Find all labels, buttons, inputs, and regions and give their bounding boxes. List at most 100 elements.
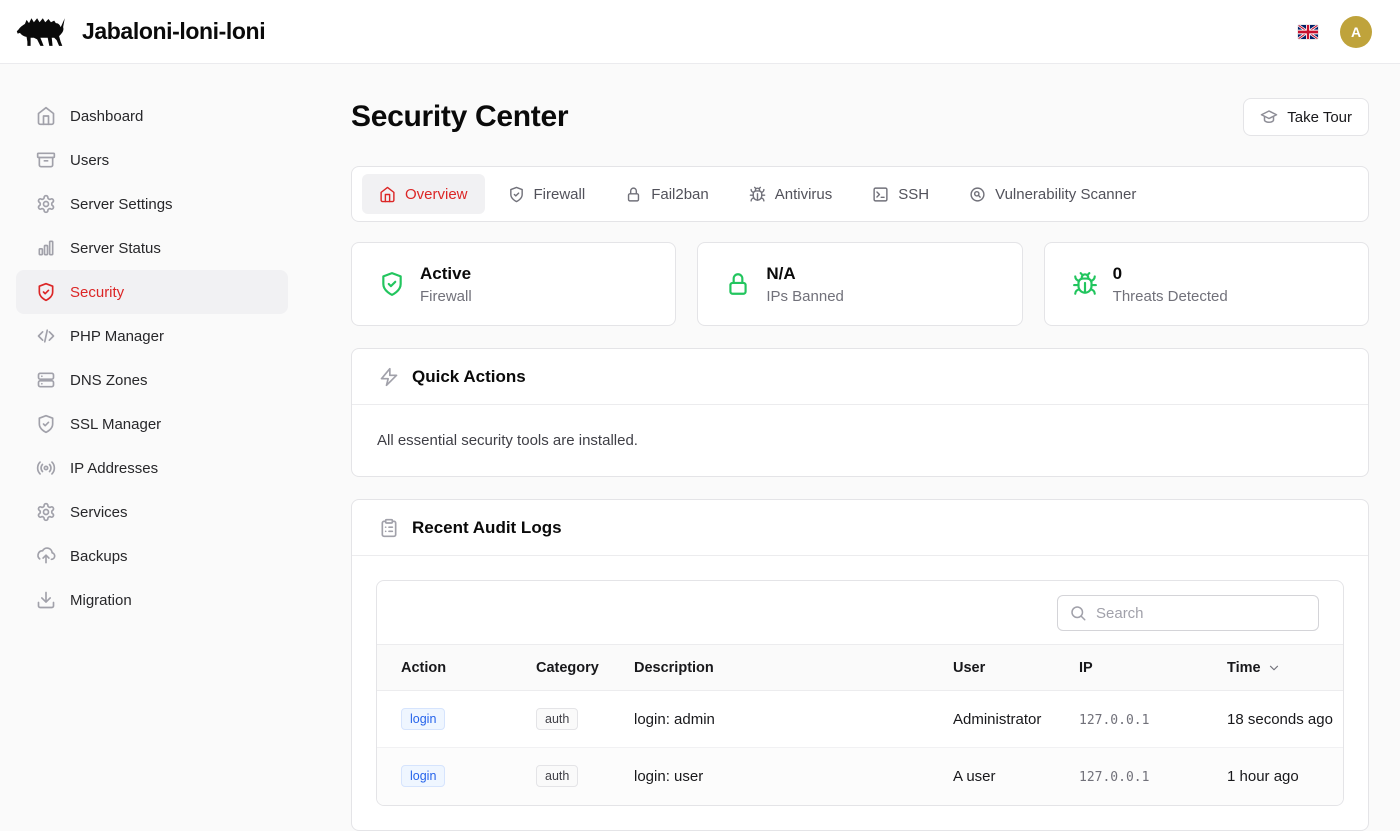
sidebar-item-migration[interactable]: Migration (16, 578, 288, 622)
tab-label: Firewall (534, 186, 586, 203)
tab-label: Overview (405, 186, 468, 203)
sidebar-item-dashboard[interactable]: Dashboard (16, 94, 288, 138)
sidebar-item-users[interactable]: Users (16, 138, 288, 182)
page-title: Security Center (351, 100, 568, 134)
tab-label: Fail2ban (651, 186, 709, 203)
column-header-user[interactable]: User (929, 645, 1055, 691)
audit-log-row: loginauthlogin: adminAdministrator127.0.… (377, 691, 1344, 748)
column-header-action[interactable]: Action (377, 645, 512, 691)
take-tour-button[interactable]: Take Tour (1243, 98, 1369, 136)
log-time: 1 hour ago (1203, 748, 1344, 805)
sidebar-item-server-settings[interactable]: Server Settings (16, 182, 288, 226)
brand: Jabaloni-loni-loni (16, 12, 265, 52)
sidebar-item-ip-addresses[interactable]: IP Addresses (16, 446, 288, 490)
status-label: Firewall (420, 288, 472, 305)
sidebar-item-label: Security (70, 284, 124, 301)
audit-table-card: Action Category Description User IP Time logi… (376, 580, 1344, 806)
column-header-description[interactable]: Description (610, 645, 929, 691)
sidebar-item-label: DNS Zones (70, 372, 148, 389)
log-user: A user (929, 748, 1055, 805)
log-description: login: user (610, 748, 929, 805)
tab-label: Vulnerability Scanner (995, 186, 1136, 203)
sidebar-item-label: Services (70, 504, 128, 521)
log-user: Administrator (929, 691, 1055, 748)
shield-check-icon (379, 271, 405, 297)
tab-vulnerability-scanner[interactable]: Vulnerability Scanner (952, 174, 1153, 214)
sidebar-item-backups[interactable]: Backups (16, 534, 288, 578)
sidebar: Dashboard Users Server Settings Server Stat… (0, 64, 304, 800)
column-label: Category (536, 660, 599, 676)
status-value: N/A (766, 264, 844, 284)
audit-logs-section: Recent Audit Logs (351, 499, 1369, 831)
action-badge: login (401, 708, 445, 730)
tab-fail2ban[interactable]: Fail2ban (608, 174, 726, 214)
download-icon (36, 590, 56, 610)
sidebar-item-label: Users (70, 152, 109, 169)
column-label: Action (401, 660, 446, 676)
lock-icon (625, 186, 642, 203)
bug-icon (749, 186, 766, 203)
log-time: 18 seconds ago (1203, 691, 1344, 748)
status-card-ips-banned: N/AIPs Banned (697, 242, 1022, 326)
chevron-down-icon (1267, 661, 1281, 675)
column-header-ip[interactable]: IP (1055, 645, 1203, 691)
terminal-icon (872, 186, 889, 203)
column-header-time[interactable]: Time (1203, 645, 1344, 691)
clipboard-icon (379, 518, 399, 538)
boar-logo-icon (16, 12, 68, 52)
take-tour-label: Take Tour (1287, 109, 1352, 126)
gear-icon (36, 502, 56, 522)
sidebar-item-label: Server Status (70, 240, 161, 257)
sidebar-item-server-status[interactable]: Server Status (16, 226, 288, 270)
quick-actions-title: Quick Actions (412, 367, 526, 387)
tab-overview[interactable]: Overview (362, 174, 485, 214)
log-ip: 127.0.0.1 (1079, 713, 1149, 728)
search-check-icon (969, 186, 986, 203)
user-avatar[interactable]: A (1340, 16, 1372, 48)
graduation-cap-icon (1260, 108, 1278, 126)
column-label: IP (1079, 660, 1093, 676)
tab-antivirus[interactable]: Antivirus (732, 174, 850, 214)
status-label: Threats Detected (1113, 288, 1228, 305)
column-label: User (953, 660, 985, 676)
category-badge: auth (536, 765, 578, 787)
column-label: Time (1227, 660, 1261, 676)
column-label: Description (634, 660, 714, 676)
code-icon (36, 326, 56, 346)
sidebar-item-dns-zones[interactable]: DNS Zones (16, 358, 288, 402)
cloud-upload-icon (36, 546, 56, 566)
zap-icon (379, 367, 399, 387)
search-input[interactable] (1096, 605, 1307, 622)
lock-icon (725, 271, 751, 297)
quick-actions-message: All essential security tools are install… (352, 405, 1368, 476)
tab-firewall[interactable]: Firewall (491, 174, 603, 214)
language-flag-button[interactable] (1298, 25, 1318, 39)
tab-label: SSH (898, 186, 929, 203)
sidebar-item-label: Server Settings (70, 196, 173, 213)
sidebar-item-label: PHP Manager (70, 328, 164, 345)
column-header-category[interactable]: Category (512, 645, 610, 691)
sidebar-item-security[interactable]: Security (16, 270, 288, 314)
archive-icon (36, 150, 56, 170)
home-icon (36, 106, 56, 126)
sidebar-item-label: Dashboard (70, 108, 143, 125)
broadcast-icon (36, 458, 56, 478)
sidebar-item-label: Migration (70, 592, 132, 609)
search-icon (1069, 604, 1087, 622)
sidebar-item-services[interactable]: Services (16, 490, 288, 534)
shield-check-icon (36, 282, 56, 302)
sidebar-item-label: IP Addresses (70, 460, 158, 477)
top-navbar: Jabaloni-loni-loni A (0, 0, 1400, 64)
gear-icon (36, 194, 56, 214)
search-box (1057, 595, 1319, 631)
status-card-threats-detected: 0Threats Detected (1044, 242, 1369, 326)
main-content: Security Center Take Tour Overview Firewa… (351, 64, 1369, 831)
shield-check-icon (508, 186, 525, 203)
log-ip: 127.0.0.1 (1079, 770, 1149, 785)
audit-logs-title: Recent Audit Logs (412, 518, 562, 538)
bar-chart-icon (36, 238, 56, 258)
sidebar-item-php-manager[interactable]: PHP Manager (16, 314, 288, 358)
sidebar-item-ssl-manager[interactable]: SSL Manager (16, 402, 288, 446)
shield-check-icon (36, 414, 56, 434)
tab-ssh[interactable]: SSH (855, 174, 946, 214)
